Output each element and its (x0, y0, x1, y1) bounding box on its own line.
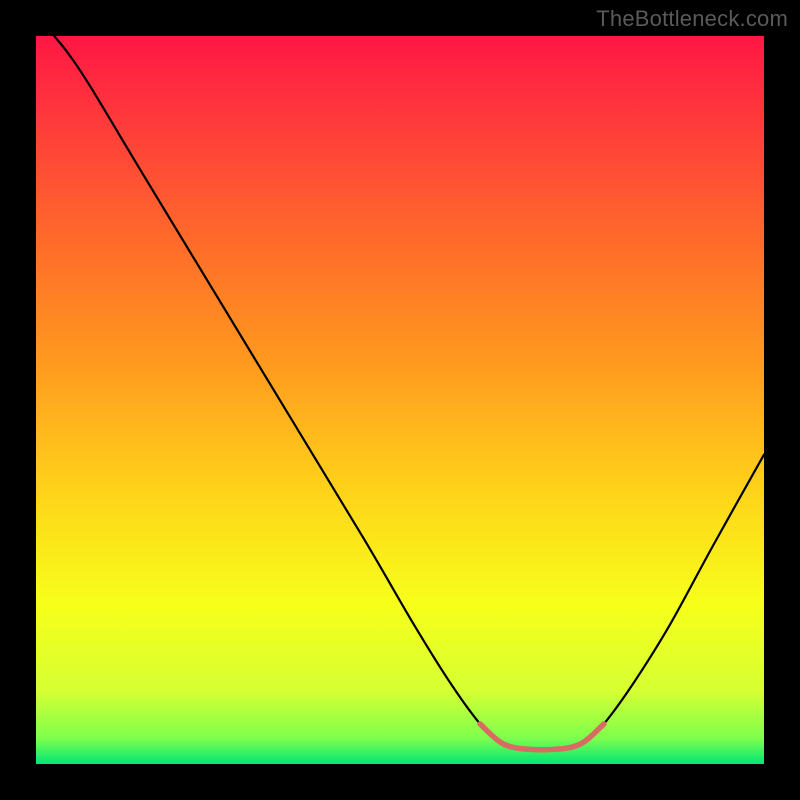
plot-area (36, 36, 764, 764)
watermark-text: TheBottleneck.com (596, 6, 788, 32)
chart-frame: TheBottleneck.com (0, 0, 800, 800)
chart-svg (36, 36, 764, 764)
gradient-background (36, 36, 764, 764)
